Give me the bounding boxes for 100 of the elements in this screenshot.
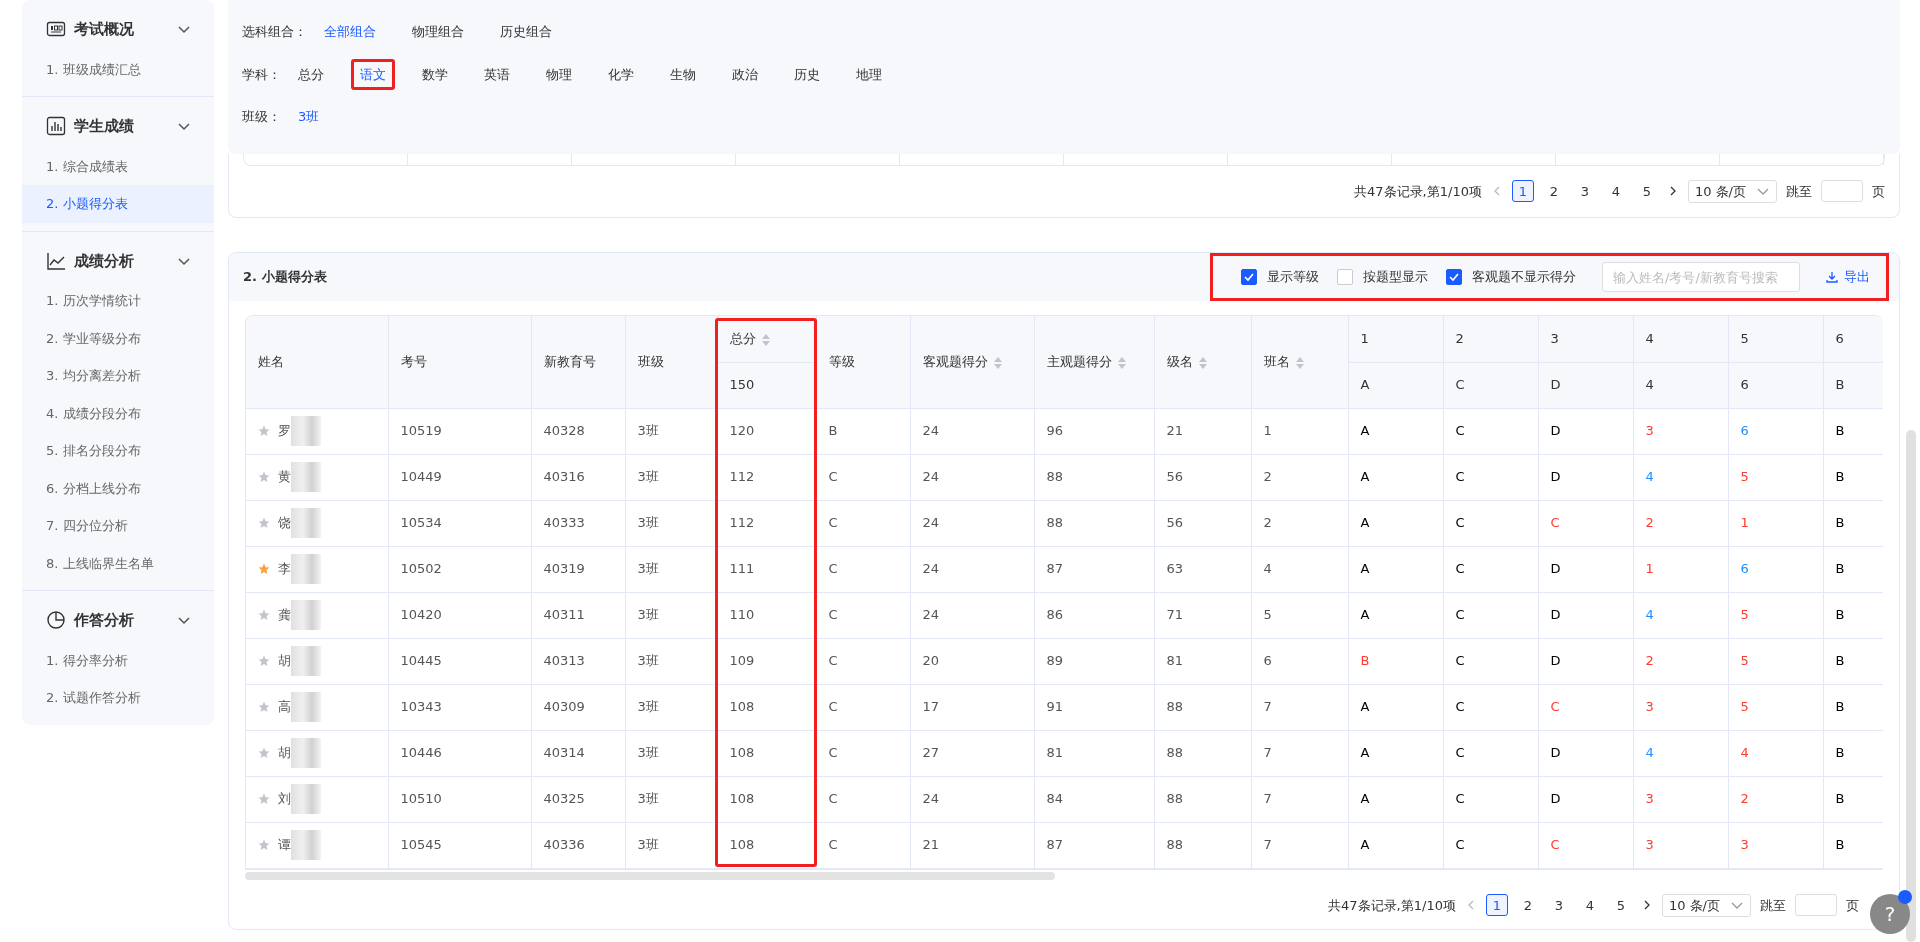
page-button[interactable]: 2 [1542,180,1565,203]
sidebar-group-title[interactable]: 作答分析 [74,609,176,632]
page-size-select[interactable]: 10 条/页 [1687,179,1777,203]
jump-label: 跳至 [1760,896,1786,915]
question-number: 1 [1348,316,1443,362]
answer-cell: A [1348,592,1443,638]
page-button[interactable]: 5 [1609,894,1632,917]
star-icon[interactable] [258,793,270,805]
page-jump-field[interactable] [1821,180,1863,203]
table-cell: 4 [1251,546,1348,592]
star-icon[interactable] [258,609,270,621]
page-button[interactable]: 1 [1511,180,1534,203]
star-icon[interactable] [258,517,270,529]
pagination-summary: 共47条记录,第1/10项 [1328,896,1456,915]
table-cell: 40328 [531,408,625,454]
blurred-patch [291,784,321,814]
answer-cell: D [1538,592,1633,638]
sidebar-item[interactable]: 1. 综合成绩表 [22,147,214,185]
page-button[interactable]: 3 [1573,180,1596,203]
column-header[interactable]: 客观题得分 [910,316,1034,408]
answer-cell: A [1348,684,1443,730]
page-button[interactable]: 2 [1516,894,1539,917]
sidebar-item[interactable]: 1. 得分率分析 [22,641,214,679]
filter-option[interactable]: 历史组合 [491,16,561,48]
checkbox[interactable] [1241,269,1257,285]
sort-icon [1198,356,1207,369]
checkbox[interactable] [1446,269,1462,285]
sidebar-item[interactable]: 2. 试题作答分析 [22,679,214,717]
filter-option[interactable]: 英语 [475,58,519,90]
sidebar-group-title[interactable]: 考试概况 [74,18,176,41]
filter-option[interactable]: 化学 [599,58,643,90]
sidebar-item[interactable]: 4. 成绩分段分布 [22,394,214,432]
scrollbar[interactable] [245,871,1055,880]
table-cell: C [816,776,910,822]
table-cell: 24 [910,454,1034,500]
star-icon[interactable] [258,563,270,575]
page-button[interactable]: 3 [1547,894,1570,917]
table-cell: 56 [1154,500,1251,546]
sidebar-item[interactable]: 2. 小题得分表 [22,185,214,223]
page-button[interactable]: 1 [1485,894,1508,917]
star-icon[interactable] [258,747,270,759]
sidebar-item[interactable]: 5. 排名分段分布 [22,432,214,470]
filter-option[interactable]: 全部组合 [315,16,385,48]
sidebar-item[interactable]: 2. 学业等级分布 [22,319,214,357]
filter-option[interactable]: 政治 [723,58,767,90]
filter-option[interactable]: 物理 [537,58,581,90]
column-header[interactable]: 班名 [1251,316,1348,408]
filter-option[interactable]: 历史 [785,58,829,90]
sidebar-group-title[interactable]: 成绩分析 [74,249,176,272]
filter-option[interactable]: 物理组合 [403,16,473,48]
star-icon[interactable] [258,655,270,667]
answer-cell: 4 [1633,592,1728,638]
table-cell: 40311 [531,592,625,638]
sidebar-group-title[interactable]: 学生成绩 [74,115,176,138]
sidebar-item[interactable]: 1. 历次学情统计 [22,282,214,320]
table-cell: 7 [1251,684,1348,730]
sidebar-item[interactable]: 3. 均分离差分析 [22,357,214,395]
star-icon[interactable] [258,425,270,437]
page-button[interactable]: 4 [1578,894,1601,917]
filter-option[interactable]: 3班 [289,101,329,133]
answer-cell: 3 [1633,684,1728,730]
answer-cell: 3 [1633,776,1728,822]
page-unit-label: 页 [1872,182,1885,201]
sidebar-item[interactable]: 1. 班级成绩汇总 [22,50,214,88]
page-button[interactable]: 5 [1635,180,1658,203]
filter-option[interactable]: 数学 [413,58,457,90]
column-header: 姓名 [246,316,388,408]
table-cell: C [816,730,910,776]
sidebar-item[interactable]: 8. 上线临界生名单 [22,544,214,582]
sidebar-item[interactable]: 6. 分档上线分布 [22,469,214,507]
answer-cell: C [1443,592,1538,638]
table-cell: 27 [910,730,1034,776]
table-cell: 7 [1251,730,1348,776]
checkbox-label: 显示等级 [1267,268,1319,287]
filter-option[interactable]: 总分 [289,58,333,90]
answer-cell: 5 [1728,638,1823,684]
table-cell: 2 [1251,454,1348,500]
page-size-select[interactable]: 10 条/页 [1661,893,1751,917]
filter-label: 选科组合： [242,23,307,41]
star-icon[interactable] [258,701,270,713]
star-icon[interactable] [258,471,270,483]
export-button[interactable]: 导出 [1820,266,1876,288]
star-icon[interactable] [258,839,270,851]
blurred-patch [291,830,321,860]
search-field[interactable]: 输入姓名/考号/新教育号搜索 [1602,262,1800,292]
scrollbar[interactable] [1906,430,1916,942]
column-header[interactable]: 级名 [1154,316,1251,408]
answer-cell: 3 [1633,822,1728,868]
sidebar-item[interactable]: 7. 四分位分析 [22,507,214,545]
student-name: 饶 [278,514,291,533]
page-button[interactable]: 4 [1604,180,1627,203]
table-cell: 24 [910,592,1034,638]
answer-cell: C [1443,546,1538,592]
page-jump-field[interactable] [1795,894,1837,917]
student-name: 高 [278,698,291,717]
column-header[interactable]: 主观题得分 [1034,316,1154,408]
filter-option[interactable]: 地理 [847,58,891,90]
filter-option[interactable]: 语文 [351,58,395,90]
filter-option[interactable]: 生物 [661,58,705,90]
table-cell: 88 [1154,776,1251,822]
